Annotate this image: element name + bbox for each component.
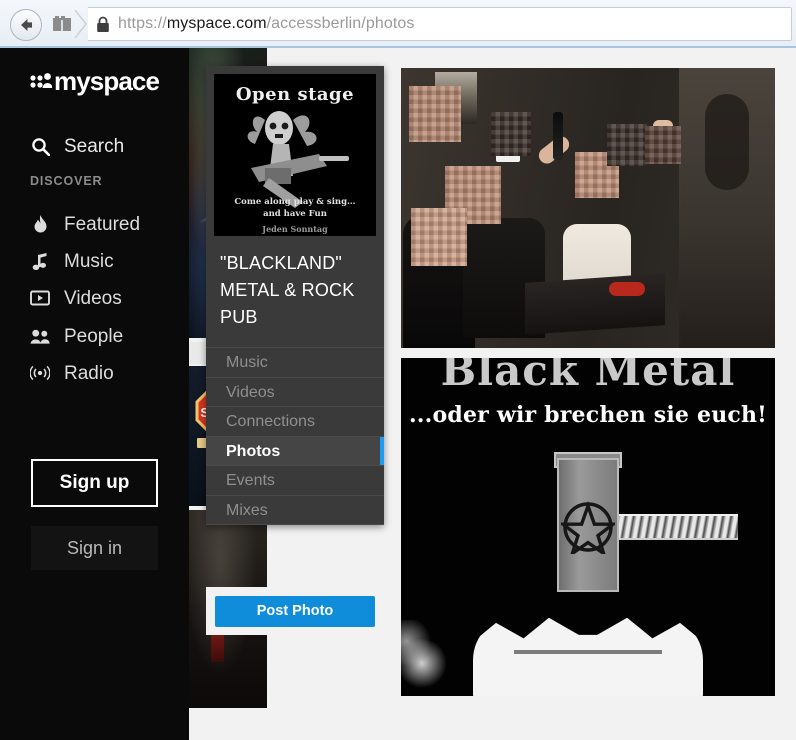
profile-card: Open stage Come along play & sing… and h… xyxy=(206,66,384,525)
photo-pub-wall-oval xyxy=(705,94,749,190)
pixelated-face xyxy=(491,112,531,156)
pentagram-icon xyxy=(557,500,619,559)
page-content: myspace Search DISCOVER Featured Music V… xyxy=(0,48,796,740)
profile-menu-item-events[interactable]: Events xyxy=(206,466,384,496)
post-photo-button[interactable]: Post Photo xyxy=(215,595,375,627)
padlock-icon xyxy=(92,14,114,34)
avatar-caption-2: Jeden Sonntag xyxy=(262,224,328,234)
sidebar-item-people[interactable]: People xyxy=(30,323,123,349)
sidebar-item-label-people: People xyxy=(64,325,124,347)
app-root: https://myspace.com/accessberlin/photos … xyxy=(0,0,796,740)
url-host: myspace.com xyxy=(166,15,267,32)
breadcrumb-chevron-icon xyxy=(74,9,88,39)
tab-grid-icon[interactable] xyxy=(50,13,74,35)
post-photo-area: Post Photo xyxy=(206,587,384,635)
profile-name: "BLACKLAND" METAL & ROCK PUB xyxy=(220,253,355,327)
sidebar: myspace Search DISCOVER Featured Music V… xyxy=(0,48,189,740)
photo-pub-table xyxy=(525,273,665,335)
video-play-icon xyxy=(30,288,50,308)
profile-menu-item-connections[interactable]: Connections xyxy=(206,407,384,437)
sidebar-item-search[interactable]: Search xyxy=(30,133,124,159)
poster-left-detail xyxy=(401,620,471,692)
pixelated-face xyxy=(607,124,647,166)
sidebar-item-featured[interactable]: Featured xyxy=(30,211,140,237)
flame-icon xyxy=(30,214,50,234)
sidebar-section-discover: DISCOVER xyxy=(30,174,103,188)
avatar-caption-1: Come along play & sing… and have Fun xyxy=(234,197,356,219)
url-text: https://myspace.com/accessberlin/photos xyxy=(118,15,414,33)
avatar-title: Open stage xyxy=(235,84,355,105)
pixelated-face xyxy=(645,126,681,164)
photo-pub-group[interactable] xyxy=(401,68,775,348)
profile-menu-item-mixes[interactable]: Mixes xyxy=(206,495,384,525)
poster-title: Black Metal xyxy=(440,358,736,390)
back-button[interactable] xyxy=(10,9,42,41)
sign-up-button[interactable]: Sign up xyxy=(31,459,158,507)
sign-in-button[interactable]: Sign in xyxy=(31,526,158,570)
profile-avatar[interactable]: Open stage Come along play & sing… and h… xyxy=(214,74,376,236)
sidebar-item-label-search: Search xyxy=(64,135,125,157)
pixelated-face xyxy=(409,86,461,142)
poster-subtitle: ...oder wir brechen sie euch! xyxy=(408,402,768,428)
myspace-dots-icon xyxy=(30,69,53,94)
search-icon xyxy=(30,136,50,156)
profile-menu-item-music[interactable]: Music xyxy=(206,348,384,378)
photo-black-metal-poster[interactable]: Black Metal ...oder wir brechen sie euch… xyxy=(401,358,775,696)
sidebar-item-music[interactable]: Music xyxy=(30,248,114,274)
poster-hands xyxy=(473,617,703,696)
sidebar-item-label-videos: Videos xyxy=(64,287,122,309)
profile-menu-item-videos[interactable]: Videos xyxy=(206,377,384,407)
sidebar-item-videos[interactable]: Videos xyxy=(30,285,122,311)
profile-menu: Music Videos Connections Photos Events M… xyxy=(206,347,384,525)
pixelated-face xyxy=(411,208,467,266)
photo-pub-bottle xyxy=(553,112,563,160)
sidebar-item-radio[interactable]: Radio xyxy=(30,360,114,386)
browser-toolbar: https://myspace.com/accessberlin/photos xyxy=(0,0,796,48)
sidebar-item-label-radio: Radio xyxy=(64,362,114,384)
back-arrow-icon xyxy=(16,15,36,35)
sidebar-item-label-music: Music xyxy=(64,250,114,272)
music-note-icon xyxy=(30,251,50,271)
address-bar[interactable]: https://myspace.com/accessberlin/photos xyxy=(88,7,792,41)
people-icon xyxy=(30,326,50,346)
url-path: /accessberlin/photos xyxy=(266,15,415,32)
myspace-wordmark: myspace xyxy=(54,66,160,96)
photo-pub-ashtray xyxy=(609,282,645,296)
url-scheme: https:// xyxy=(118,15,167,32)
myspace-logo[interactable]: myspace xyxy=(30,66,160,96)
sidebar-item-label-featured: Featured xyxy=(64,213,141,235)
radio-waves-icon xyxy=(30,363,50,383)
profile-menu-item-photos[interactable]: Photos xyxy=(206,436,384,466)
